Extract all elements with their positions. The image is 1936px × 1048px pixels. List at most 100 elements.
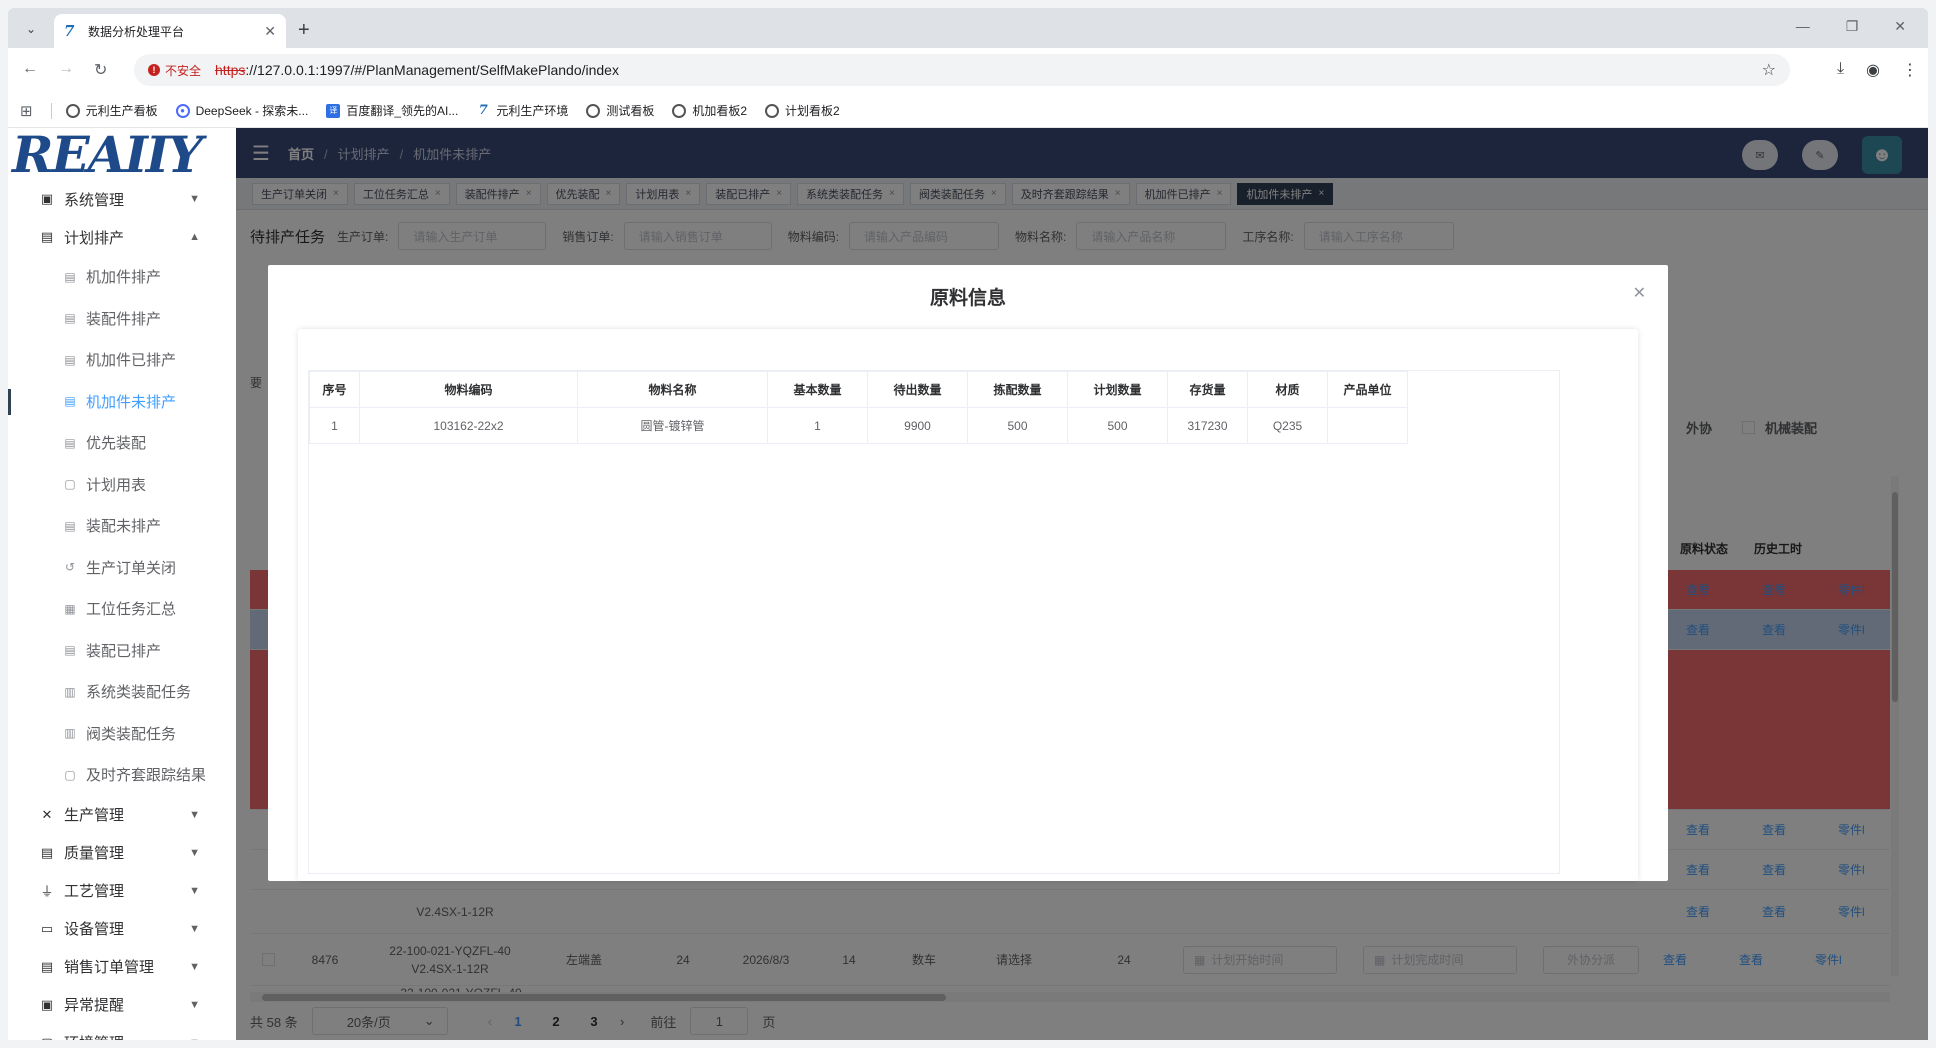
back-arrow-icon[interactable]: ← [22,60,38,78]
undo-icon: ↺ [64,560,76,575]
sidebar-item-assembly-schedule[interactable]: ▤ 装配件排产 [8,298,236,340]
globe-icon [765,103,780,118]
kebab-menu-icon[interactable]: ⋮ [1902,60,1918,80]
new-tab-plus-icon[interactable]: + [298,18,310,42]
bookmark-1[interactable]: 元利生产看板 [65,102,158,119]
menu-equipment[interactable]: ▭ 设备管理 ▼ [8,910,236,948]
menu-plan[interactable]: ▤ 计划排产 ▲ [8,218,236,256]
form-icon: ▤ [64,352,76,367]
sidebar-item-system-assembly[interactable]: ▥ 系统类装配任务 [8,671,236,713]
document-icon: ▤ [40,229,54,244]
sidebar-item-valve-assembly[interactable]: ▥ 阀类装配任务 [8,713,236,755]
tab-title: 数据分析处理平台 [88,24,185,39]
menu-sales-order[interactable]: ▤ 销售订单管理 ▼ [8,948,236,986]
warning-icon: ! [148,64,160,76]
forward-arrow-icon[interactable]: → [58,60,74,78]
chevron-down-icon: ▼ [189,884,200,897]
col-index: 序号 [309,371,360,408]
bookmark-6[interactable]: 机加看板2 [672,102,747,119]
bookmarks-bar: ⊞ 元利生产看板 ● DeepSeek - 探索未... 译百度翻译_领先的AI.… [8,94,1928,128]
sidebar-item-assembly-unscheduled[interactable]: ▤ 装配未排产 [8,505,236,547]
bookmark-3[interactable]: 译百度翻译_领先的AI... [326,102,458,119]
list-icon: ▤ [64,518,76,533]
sidebar-item-station-summary[interactable]: ▦ 工位任务汇总 [8,588,236,630]
security-indicator[interactable]: ! 不安全 [148,62,201,79]
menu-production[interactable]: ✕ 生产管理 ▼ [8,796,236,834]
site-favicon-icon: 7 [478,103,488,118]
form-icon: ▤ [64,435,76,450]
printer-icon: ▭ [40,920,54,936]
col-material-name: 物料名称 [577,371,768,408]
tree-icon: ⏚ [40,884,54,899]
col-stock: 存货量 [1167,371,1248,408]
col-picked-qty: 拣配数量 [967,371,1068,408]
sidebar: REAIIY ▣ 系统管理 ▼ ▤ 计划排产 ▲ ▤ 机加件排产 ▤ 装配件排产 ▤ 机加件已… [8,128,236,1040]
chevron-down-icon: ▼ [189,922,200,935]
col-pending-qty: 待出数量 [867,371,968,408]
menu-environment[interactable]: ▢环境管理▼ [8,1024,236,1041]
sidebar-item-machining-unscheduled[interactable]: ▤ 机加件未排产 [8,381,236,423]
col-material-code: 物料编码 [359,371,578,408]
form-icon: ▤ [64,269,76,284]
tab-search-chevron-icon[interactable]: ⌄ [18,16,44,42]
address-bar: ← → ↻ ! 不安全 https://127.0.0.1:1997/#/Pla… [8,48,1928,94]
bookmark-7[interactable]: 计划看板2 [765,102,840,119]
sidebar-item-machining-schedule[interactable]: ▤ 机加件排产 [8,256,236,298]
url-omnibox[interactable]: ! 不安全 https://127.0.0.1:1997/#/PlanManag… [134,54,1790,86]
company-logo: REAIIY [12,128,203,184]
col-material: 材质 [1247,371,1328,408]
dialog-body: 序号 物料编码 物料名称 基本数量 待出数量 拣配数量 计划数量 存货量 材质 … [298,329,1638,881]
site-favicon-icon: 7 [64,22,75,40]
chevron-down-icon: ▼ [189,808,200,821]
profile-icon[interactable]: ◉ [1866,60,1880,80]
chevron-down-icon: ▼ [189,1037,200,1041]
translate-icon: 译 [326,103,341,118]
document-icon: ▢ [64,477,76,492]
dialog-close-icon[interactable]: ✕ [1633,283,1646,303]
list-icon: ▥ [64,726,76,741]
menu-alerts[interactable]: ▣ 异常提醒 ▼ [8,986,236,1024]
chevron-down-icon: ▼ [189,846,200,859]
url-text[interactable]: https://127.0.0.1:1997/#/PlanManagement/… [215,62,619,78]
menu-quality[interactable]: ▤ 质量管理 ▼ [8,834,236,872]
bookmark-4[interactable]: 7 元利生产环境 [476,102,569,119]
globe-icon [672,103,687,118]
sidebar-item-priority-assembly[interactable]: ▤ 优先装配 [8,422,236,464]
chart-icon: ▦ [64,601,76,616]
sidebar-item-plan-table[interactable]: ▢ 计划用表 [8,464,236,506]
restore-icon[interactable]: ❐ [1846,18,1859,35]
list-icon: ▤ [64,311,76,326]
globe-icon [586,103,601,118]
material-info-dialog: 原料信息 ✕ 序号 物料编码 物料名称 基本数量 待出数量 拣配数量 计划数量 … [268,265,1668,881]
browser-tab-active[interactable]: 7 数据分析处理平台 ✕ [54,14,286,48]
leaf-icon: ▢ [38,1035,56,1041]
material-table: 序号 物料编码 物料名称 基本数量 待出数量 拣配数量 计划数量 存货量 材质 … [309,371,1408,444]
clipboard-icon: ▤ [40,844,54,860]
globe-icon [65,103,80,118]
tools-icon: ✕ [41,806,53,822]
sidebar-item-kit-tracking[interactable]: ▢ 及时齐套跟踪结果 [8,754,236,796]
deepseek-icon: ● [175,103,190,118]
bookmark-2[interactable]: ● DeepSeek - 探索未... [175,102,308,119]
document-icon: ▢ [64,767,76,782]
chevron-down-icon: ▼ [189,960,200,973]
chevron-down-icon: ▼ [189,998,200,1011]
apps-grid-icon[interactable]: ⊞ [20,102,33,120]
monitor-icon: ▣ [40,996,54,1012]
download-icon[interactable]: ⤓ [1837,60,1844,80]
col-unit: 产品单位 [1327,371,1408,408]
bookmark-star-icon[interactable]: ☆ [1762,60,1776,80]
menu-system[interactable]: ▣ 系统管理 ▼ [8,180,236,218]
window-close-icon[interactable]: ✕ [1894,18,1906,35]
sidebar-item-machining-scheduled[interactable]: ▤ 机加件已排产 [8,339,236,381]
menu-process[interactable]: ⏚ 工艺管理 ▼ [8,872,236,910]
reload-icon[interactable]: ↻ [94,60,107,80]
bookmark-5[interactable]: 测试看板 [586,102,654,119]
tab-close-icon[interactable]: ✕ [264,23,276,40]
col-base-qty: 基本数量 [767,371,868,408]
list-icon: ▥ [64,684,76,699]
col-plan-qty: 计划数量 [1067,371,1168,408]
minimize-icon[interactable]: — [1796,18,1810,35]
sidebar-item-assembly-scheduled[interactable]: ▤ 装配已排产 [8,630,236,672]
sidebar-item-order-close[interactable]: ↺ 生产订单关闭 [8,547,236,589]
